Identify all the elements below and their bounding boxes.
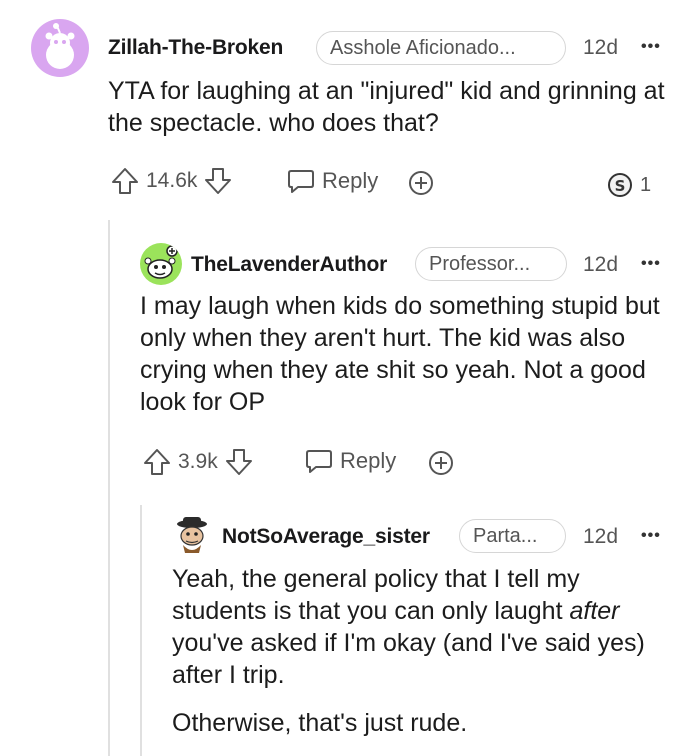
comment-body: Yeah, the general policy that I tell my … — [172, 563, 672, 739]
comment-icon — [304, 447, 334, 475]
snoo-avatar-icon — [177, 517, 207, 553]
comment-paragraph: Yeah, the general policy that I tell my … — [172, 563, 672, 691]
comment-timestamp: 12d — [583, 36, 619, 59]
svg-text:S: S — [615, 177, 626, 195]
comment-text: Yeah, the general policy that I tell my … — [172, 565, 580, 625]
award-count: 1 — [640, 173, 652, 196]
snoo-avatar-icon — [45, 23, 75, 69]
comment-username[interactable]: TheLavenderAuthor — [191, 253, 387, 277]
avatar[interactable] — [172, 515, 212, 555]
vote-score: 3.9k — [178, 450, 218, 473]
avatar[interactable] — [140, 243, 182, 285]
add-award-icon[interactable] — [426, 448, 456, 478]
comment-username[interactable]: NotSoAverage_sister — [222, 525, 430, 549]
reply-label: Reply — [322, 168, 379, 193]
upvote-icon[interactable] — [142, 447, 172, 477]
more-options-button[interactable]: ••• — [641, 255, 661, 273]
downvote-icon[interactable] — [224, 447, 254, 477]
reply-label: Reply — [340, 448, 397, 473]
comment-text: you've asked if I'm okay (and I've said … — [172, 629, 645, 689]
more-options-button[interactable]: ••• — [641, 527, 661, 545]
comment-timestamp: 12d — [583, 253, 619, 276]
more-options-button[interactable]: ••• — [641, 38, 661, 56]
comment-body: YTA for laughing at an "injured" kid and… — [108, 75, 668, 139]
upvote-icon[interactable] — [110, 166, 140, 196]
avatar[interactable] — [31, 19, 89, 77]
vote-bar: 3.9k — [142, 447, 254, 477]
add-award-icon[interactable] — [406, 168, 436, 198]
comment-body: I may laugh when kids do something stupi… — [140, 290, 670, 418]
user-flair: Professor... — [415, 247, 567, 281]
comment-text: YTA for laughing at an "injured" kid and… — [108, 77, 665, 137]
user-flair: Parta... — [459, 519, 566, 553]
comment-timestamp: 12d — [583, 525, 619, 548]
downvote-icon[interactable] — [203, 166, 233, 196]
snoo-avatar-icon — [144, 245, 178, 279]
vote-score: 14.6k — [146, 169, 198, 192]
award-badge-icon: S — [606, 171, 634, 199]
comment-text: I may laugh when kids do something stupi… — [140, 292, 660, 416]
user-flair: Asshole Aficionado... — [316, 31, 566, 65]
comment-paragraph: Otherwise, that's just rude. — [172, 709, 468, 737]
reply-button[interactable]: Reply — [304, 447, 396, 475]
comment-username[interactable]: Zillah-The-Broken — [108, 36, 283, 60]
reply-button[interactable]: Reply — [286, 167, 378, 195]
comment-icon — [286, 167, 316, 195]
emphasis-text: after — [569, 597, 620, 625]
thread-line[interactable] — [108, 220, 110, 756]
thread-line[interactable] — [140, 505, 142, 756]
award-badge[interactable]: S 1 — [606, 171, 651, 199]
vote-bar: 14.6k — [110, 166, 233, 196]
